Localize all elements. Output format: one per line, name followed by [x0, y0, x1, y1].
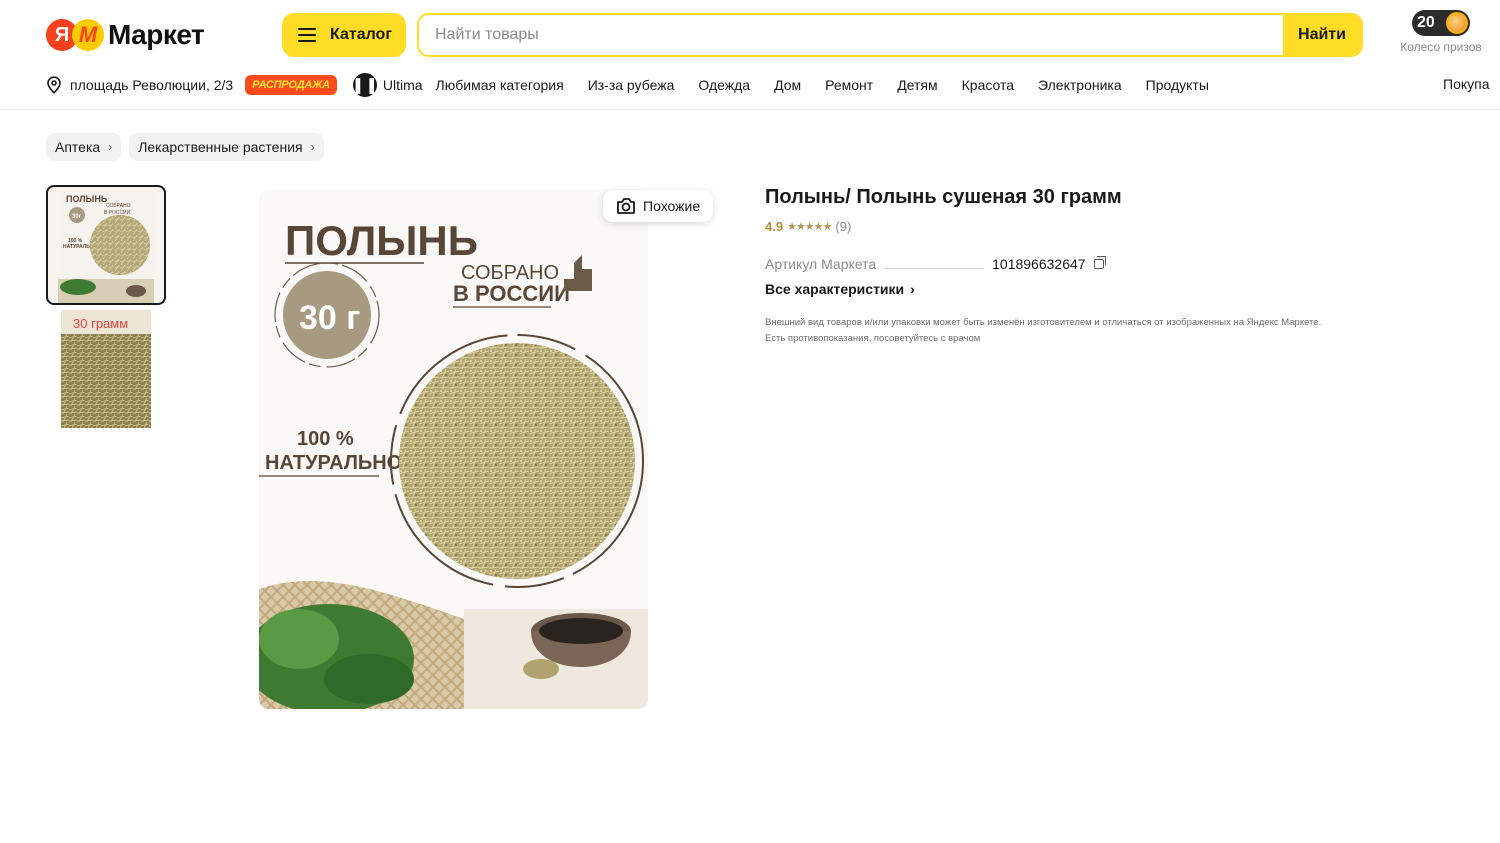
all-characteristics-link[interactable]: Все характеристики ›	[765, 281, 915, 297]
prize-count: 20	[1417, 14, 1435, 31]
breadcrumb-label: Лекарственные растения	[138, 139, 303, 155]
image-title-text: ПОЛЫНЬ	[285, 217, 478, 264]
coin-icon	[1446, 12, 1468, 34]
breadcrumb: Аптека › Лекарственные растения ›	[46, 133, 324, 161]
nav-electronics[interactable]: Электроника	[1038, 77, 1122, 93]
location-selector[interactable]: площадь Революции, 2/3	[46, 76, 233, 94]
logo-word: Маркет	[108, 19, 205, 50]
chevron-right-icon: ›	[310, 140, 315, 154]
sku-row: Артикул Маркета 101896632647	[765, 255, 1125, 273]
search-input[interactable]	[419, 15, 1283, 55]
camera-search-icon	[617, 198, 635, 214]
location-text: площадь Революции, 2/3	[70, 77, 234, 93]
product-photo: ПОЛЫНЬ 30 г СОБРАНО В РОССИИ 100 % НАТУР…	[259, 189, 648, 709]
catalog-button[interactable]: Каталог	[282, 13, 406, 57]
sku-value: 101896632647	[992, 256, 1086, 272]
nav-kids[interactable]: Детям	[897, 77, 937, 93]
prize-badge: 20	[1412, 10, 1470, 36]
product-rating[interactable]: 4.9 ★★★★★ (9)	[765, 219, 851, 234]
thumb-weight-label: 30 грамм	[73, 316, 128, 331]
nav-favorite-category[interactable]: Любимая категория	[436, 77, 564, 93]
ultima-link[interactable]: ▌▐ Ultima	[352, 73, 423, 97]
nav-abroad[interactable]: Из-за рубежа	[588, 77, 675, 93]
reviews-count: (9)	[835, 219, 852, 234]
nav-home[interactable]: Дом	[774, 77, 801, 93]
search-button[interactable]: Найти	[1283, 15, 1361, 55]
gallery-thumb-2[interactable]: 30 грамм	[61, 310, 151, 428]
sku-label: Артикул Маркета	[765, 256, 877, 272]
product-title: Полынь/ Полынь сушеная 30 грамм	[765, 186, 1122, 208]
thumb-weight-text: 30г	[72, 214, 82, 220]
image-weight-text: 30 г	[299, 299, 360, 337]
pin-icon	[47, 76, 61, 94]
product-thumb-image: ПОЛЫНЬ 30г СОБРАНО В РОССИИ 100 % НАТУРА…	[58, 187, 154, 303]
product-main-image[interactable]: ПОЛЫНЬ 30 г СОБРАНО В РОССИИ 100 % НАТУР…	[259, 189, 648, 709]
disclaimer: Внешний вид товаров и/или упаковки может…	[765, 315, 1325, 347]
breadcrumb-pharmacy[interactable]: Аптека ›	[46, 133, 122, 161]
thumb-origin-1: СОБРАНО	[106, 203, 131, 209]
breadcrumb-herbs[interactable]: Лекарственные растения ›	[129, 133, 324, 161]
sale-badge[interactable]: РАСПРОДАЖА	[245, 75, 337, 95]
similar-label: Похожие	[643, 198, 701, 214]
nav-groceries[interactable]: Продукты	[1146, 77, 1209, 93]
gallery-thumb-1[interactable]: ПОЛЫНЬ 30г СОБРАНО В РОССИИ 100 % НАТУРА…	[46, 185, 166, 305]
nav-clothes[interactable]: Одежда	[698, 77, 750, 93]
sku-leader	[884, 259, 985, 269]
logo-m-icon: M	[72, 19, 104, 51]
product-thumb-image: 30 грамм	[61, 310, 151, 428]
logo[interactable]: Я M Маркет	[46, 18, 205, 52]
thumb-title-text: ПОЛЫНЬ	[66, 194, 108, 204]
nav-beauty[interactable]: Красота	[962, 77, 1014, 93]
image-natural-2: НАТУРАЛЬНО	[265, 452, 402, 474]
all-characteristics-label: Все характеристики	[765, 281, 905, 297]
similar-button[interactable]: Похожие	[603, 190, 713, 222]
nav-buyers[interactable]: Покупа	[1443, 76, 1490, 92]
thumb-origin-2: В РОССИИ	[104, 210, 131, 216]
chevron-right-icon: ›	[910, 281, 915, 297]
image-origin-2: В РОССИИ	[453, 281, 570, 306]
search-bar: Найти	[417, 13, 1363, 57]
disclaimer-line-2: Есть противопоказания, посоветуйтесь с в…	[765, 333, 981, 344]
ultima-icon: ▌▐	[352, 73, 377, 97]
prize-label: Колесо призов	[1400, 40, 1482, 54]
ultima-label: Ultima	[382, 77, 423, 93]
catalog-label: Каталог	[330, 26, 392, 43]
breadcrumb-label: Аптека	[55, 139, 101, 155]
hamburger-icon	[298, 28, 316, 42]
image-natural-1: 100 %	[297, 428, 354, 450]
rating-value: 4.9	[765, 219, 784, 234]
prize-wheel[interactable]: 20 Колесо призов	[1396, 10, 1486, 62]
star-icon: ★★★★★	[787, 221, 832, 233]
nav-repair[interactable]: Ремонт	[825, 77, 873, 93]
copy-icon[interactable]	[1093, 256, 1106, 269]
subnav: площадь Революции, 2/3 РАСПРОДАЖА ▌▐ Ult…	[46, 72, 1233, 98]
disclaimer-line-1: Внешний вид товаров и/или упаковки может…	[765, 317, 1322, 328]
header: Я M Маркет Каталог Найти 20 Колесо призо…	[0, 0, 1500, 110]
chevron-right-icon: ›	[108, 140, 113, 154]
